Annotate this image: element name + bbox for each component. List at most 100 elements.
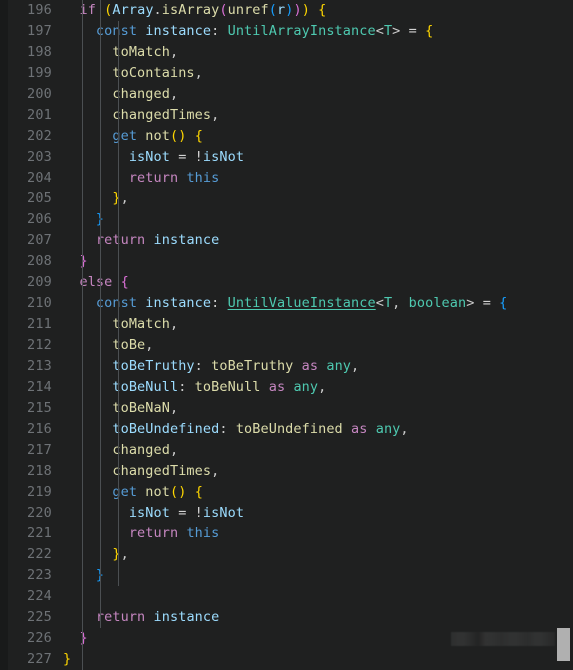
token: (	[219, 2, 228, 18]
code-line[interactable]: 199 toContains,	[0, 63, 573, 84]
line-content[interactable]: }	[63, 251, 88, 272]
code-line[interactable]: 213 toBeTruthy: toBeTruthy as any,	[0, 356, 573, 377]
line-content[interactable]: }	[63, 565, 104, 586]
token: }	[112, 546, 121, 563]
token: toBeUndefined	[235, 420, 343, 437]
line-content[interactable]: return instance	[63, 607, 219, 628]
line-content[interactable]: const instance: UntilValueInstance<T, bo…	[63, 293, 507, 314]
token: {	[499, 295, 508, 312]
code-line[interactable]: 217 changed,	[0, 440, 573, 461]
line-content[interactable]: toBeNaN,	[63, 398, 178, 419]
code-line[interactable]: 202 get not() {	[0, 126, 573, 147]
line-content[interactable]: toBeNull: toBeNull as any,	[63, 377, 326, 398]
token: ,	[169, 85, 179, 102]
line-content[interactable]: toBeUndefined: toBeUndefined as any,	[63, 419, 409, 440]
token: instance	[145, 22, 212, 39]
token: instance	[145, 295, 212, 312]
line-content[interactable]: return this	[63, 168, 219, 189]
code-line[interactable]: 216 toBeUndefined: toBeUndefined as any,	[0, 419, 573, 440]
line-content[interactable]: isNot = !isNot	[63, 147, 244, 168]
code-line[interactable]: 201 changedTimes,	[0, 105, 573, 126]
code-line[interactable]: 197 const instance: UntilArrayInstance<T…	[0, 21, 573, 42]
line-content[interactable]: changed,	[63, 440, 178, 461]
code-line[interactable]: 219 get not() {	[0, 482, 573, 503]
code-line[interactable]: 223 }	[0, 565, 573, 586]
code-line[interactable]: 211 toMatch,	[0, 314, 573, 335]
line-content[interactable]: get not() {	[63, 126, 203, 147]
code-line[interactable]: 196 if (Array.isArray(unref(r))) {	[0, 0, 573, 21]
code-lines[interactable]: 196 if (Array.isArray(unref(r))) {197 co…	[0, 0, 573, 670]
code-editor[interactable]: 196 if (Array.isArray(unref(r))) {197 co…	[0, 0, 573, 670]
token: isNot	[202, 148, 245, 165]
code-viewport[interactable]: 196 if (Array.isArray(unref(r))) {197 co…	[0, 0, 573, 670]
line-content[interactable]: if (Array.isArray(unref(r))) {	[63, 0, 326, 21]
code-line[interactable]: 212 toBe,	[0, 335, 573, 356]
line-content[interactable]: }	[63, 628, 88, 649]
token: }	[79, 253, 88, 270]
indent-guide-2	[118, 21, 119, 586]
line-content[interactable]: return instance	[63, 230, 219, 251]
line-content[interactable]: changed,	[63, 84, 178, 105]
token: ,	[169, 441, 179, 458]
code-line[interactable]: 205 },	[0, 188, 573, 209]
line-content[interactable]: toBe,	[63, 335, 154, 356]
line-content[interactable]: changedTimes,	[63, 105, 219, 126]
code-line[interactable]: 221 return this	[0, 523, 573, 544]
line-content[interactable]: toMatch,	[63, 42, 178, 63]
code-line[interactable]: 207 return instance	[0, 230, 573, 251]
code-line[interactable]: 215 toBeNaN,	[0, 398, 573, 419]
code-line[interactable]: 208 }	[0, 251, 573, 272]
token: changedTimes	[112, 106, 212, 123]
token: ,	[120, 190, 129, 207]
code-line[interactable]: 214 toBeNull: toBeNull as any,	[0, 377, 573, 398]
vertical-scrollbar-thumb[interactable]	[557, 628, 570, 661]
token: get	[112, 483, 138, 500]
code-line[interactable]: 204 return this	[0, 168, 573, 189]
code-line[interactable]: 224	[0, 586, 573, 607]
code-line[interactable]: 222 },	[0, 544, 573, 565]
line-content[interactable]: }	[63, 209, 104, 230]
token: const	[95, 295, 138, 312]
token: boolean	[408, 295, 467, 312]
line-content[interactable]: isNot = !isNot	[63, 503, 244, 524]
code-line[interactable]: 209 else {	[0, 272, 573, 293]
code-line[interactable]: 198 toMatch,	[0, 42, 573, 63]
code-line[interactable]: 200 changed,	[0, 84, 573, 105]
line-content[interactable]: toBeTruthy: toBeTruthy as any,	[63, 356, 359, 377]
token: instance	[153, 232, 220, 249]
line-content[interactable]: return this	[63, 523, 219, 544]
code-line[interactable]: 210 const instance: UntilValueInstance<T…	[0, 293, 573, 314]
code-line[interactable]: 203 isNot = !isNot	[0, 147, 573, 168]
token: as	[351, 420, 368, 437]
token: <	[375, 22, 384, 39]
code-line[interactable]: 220 isNot = !isNot	[0, 503, 573, 524]
code-line[interactable]: 218 changedTimes,	[0, 461, 573, 482]
token: {	[120, 274, 129, 291]
line-content[interactable]: }	[63, 649, 71, 670]
code-line[interactable]: 206 }	[0, 209, 573, 230]
token: isNot	[202, 504, 245, 521]
token: ,	[318, 378, 327, 395]
line-content[interactable]: toMatch,	[63, 314, 178, 335]
token: this	[186, 169, 220, 186]
line-content[interactable]: changedTimes,	[63, 461, 219, 482]
token: ,	[145, 337, 154, 353]
token: ,	[169, 316, 179, 333]
code-line[interactable]: 227}	[0, 649, 573, 670]
token: return	[128, 169, 179, 186]
token: {	[194, 127, 203, 144]
line-content[interactable]: toContains,	[63, 63, 203, 84]
code-line[interactable]: 225 return instance	[0, 607, 573, 628]
line-content[interactable]: get not() {	[63, 482, 203, 503]
token: )	[301, 2, 310, 18]
